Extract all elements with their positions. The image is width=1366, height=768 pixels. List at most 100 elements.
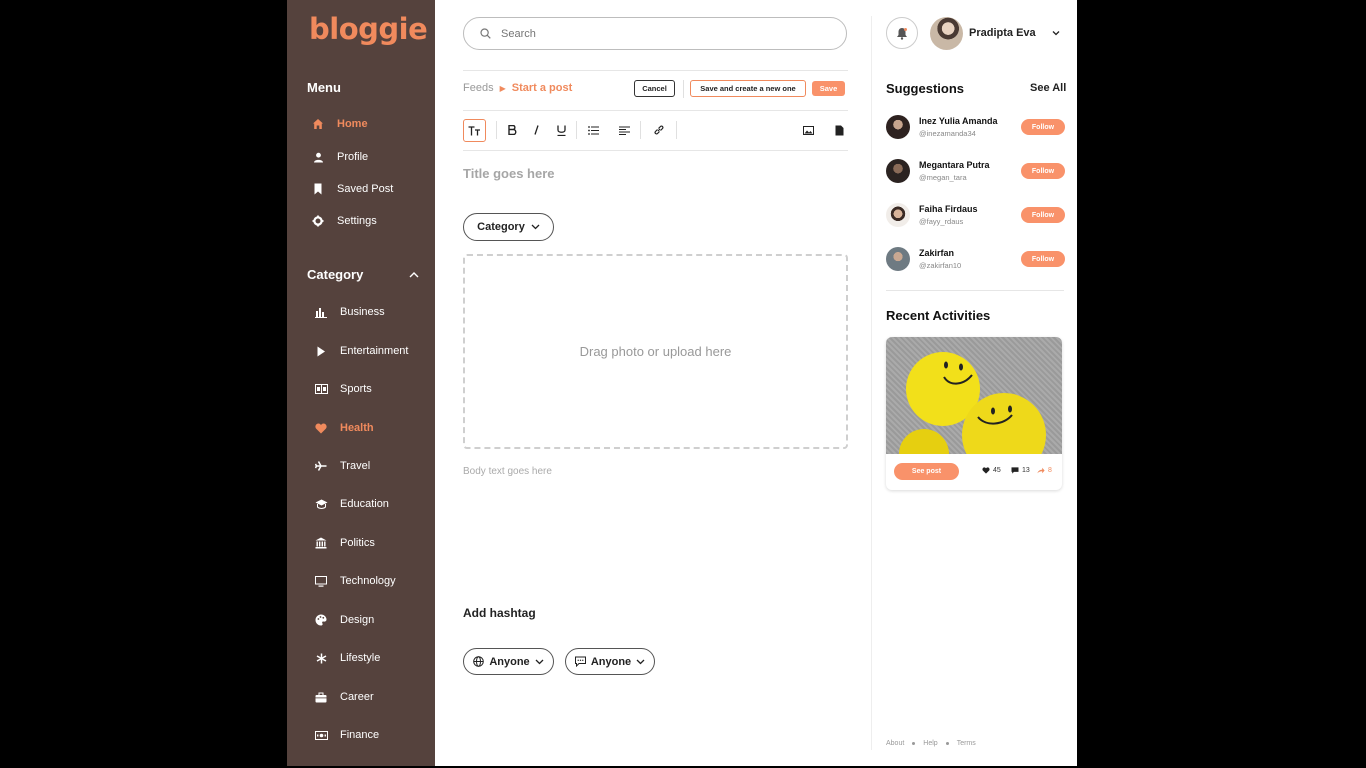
category-heading: Category <box>307 267 364 282</box>
follow-button[interactable]: Follow <box>1021 163 1065 179</box>
category-item-travel[interactable]: Travel <box>314 457 370 475</box>
save-button[interactable]: Save <box>812 81 845 96</box>
italic-button[interactable] <box>527 121 545 139</box>
separator-dot <box>912 742 916 745</box>
suggestion-item: Faiha Firdaus @fayy_rdaus Follow <box>886 203 1066 229</box>
shares-value: 8 <box>1048 467 1052 474</box>
category-item-label: Technology <box>340 575 396 587</box>
palette-icon <box>314 613 328 627</box>
suggestion-name[interactable]: Zakirfan <box>919 248 954 258</box>
category-item-technology[interactable]: Technology <box>314 572 396 590</box>
chevron-up-icon[interactable] <box>407 268 421 282</box>
suggestions-title: Suggestions <box>886 81 965 96</box>
see-all-link[interactable]: See All <box>1030 82 1066 94</box>
category-item-label: Career <box>340 691 374 703</box>
category-item-sports[interactable]: Sports <box>314 380 372 398</box>
sidebar-item-profile[interactable]: Profile <box>311 148 368 166</box>
help-link[interactable]: Help <box>923 740 937 747</box>
globe-icon <box>473 656 485 667</box>
category-item-health[interactable]: Health <box>314 419 374 437</box>
sidebar-item-label: Settings <box>337 215 377 227</box>
post-title-input[interactable]: Title goes here <box>463 166 555 181</box>
terms-link[interactable]: Terms <box>957 740 976 747</box>
suggestion-name[interactable]: Inez Yulia Amanda <box>919 116 998 126</box>
follow-button[interactable]: Follow <box>1021 119 1065 135</box>
building-icon <box>314 536 328 550</box>
see-post-button[interactable]: See post <box>894 463 959 480</box>
category-item-politics[interactable]: Politics <box>314 534 375 552</box>
heart-icon <box>314 421 328 435</box>
shares-count[interactable]: 8 <box>1037 467 1052 474</box>
comment-icon <box>1011 467 1019 474</box>
link-button[interactable] <box>650 121 668 139</box>
visibility-dropdown[interactable]: Anyone <box>463 648 554 675</box>
graduation-cap-icon <box>314 497 328 511</box>
post-body-input[interactable]: Body text goes here <box>463 466 552 477</box>
insert-image-button[interactable] <box>799 121 817 139</box>
text-size-icon <box>468 125 480 135</box>
save-and-new-button[interactable]: Save and create a new one <box>690 80 806 97</box>
category-item-career[interactable]: Career <box>314 688 374 706</box>
suggestion-item: Inez Yulia Amanda @inezamanda34 Follow <box>886 115 1066 141</box>
category-item-label: Education <box>340 498 389 510</box>
category-item-education[interactable]: Education <box>314 495 389 513</box>
category-item-label: Politics <box>340 537 375 549</box>
search-bar[interactable] <box>463 17 847 50</box>
avatar[interactable] <box>930 17 963 50</box>
search-icon <box>480 28 491 39</box>
likes-count[interactable]: 45 <box>982 467 1001 474</box>
chevron-down-icon[interactable] <box>1051 28 1061 38</box>
bold-button[interactable] <box>503 121 521 139</box>
bullet-list-button[interactable] <box>584 121 602 139</box>
cancel-button[interactable]: Cancel <box>634 80 675 97</box>
brand-logo[interactable]: bloggie <box>309 12 428 46</box>
insert-file-button[interactable] <box>830 121 848 139</box>
user-name[interactable]: Pradipta Eva <box>969 27 1036 39</box>
suggestion-name[interactable]: Faiha Firdaus <box>919 204 978 214</box>
app-window: bloggie Menu Home Profile Saved Post Set… <box>287 0 1077 766</box>
search-input[interactable] <box>501 27 821 40</box>
divider <box>463 110 848 111</box>
category-item-design[interactable]: Design <box>314 611 374 629</box>
sidebar-item-label: Saved Post <box>337 183 394 195</box>
comments-count[interactable]: 13 <box>1011 467 1030 474</box>
gear-icon <box>311 214 325 228</box>
link-icon <box>654 125 664 135</box>
sidebar-item-saved-post[interactable]: Saved Post <box>311 180 393 198</box>
align-button[interactable] <box>615 121 633 139</box>
category-item-entertainment[interactable]: Entertainment <box>314 342 408 360</box>
photo-upload-area[interactable]: Drag photo or upload here <box>463 254 848 449</box>
activity-card[interactable]: See post 45 13 8 <box>886 337 1062 490</box>
category-dropdown[interactable]: Category <box>463 213 554 241</box>
divider <box>871 16 872 750</box>
bold-icon <box>507 125 516 135</box>
about-link[interactable]: About <box>886 740 904 747</box>
sidebar-item-home[interactable]: Home <box>311 115 368 133</box>
avatar[interactable] <box>886 203 910 227</box>
avatar[interactable] <box>886 247 910 271</box>
follow-button[interactable]: Follow <box>1021 251 1065 267</box>
bullet-list-icon <box>587 125 599 135</box>
category-item-business[interactable]: Business <box>314 303 385 321</box>
underline-button[interactable] <box>552 121 570 139</box>
follow-button[interactable]: Follow <box>1021 207 1065 223</box>
avatar[interactable] <box>886 115 910 139</box>
avatar[interactable] <box>886 159 910 183</box>
category-item-finance[interactable]: Finance <box>314 726 379 744</box>
footer-links: About Help Terms <box>886 740 976 747</box>
chevron-down-icon <box>636 659 645 664</box>
file-icon <box>835 125 843 135</box>
text-size-button[interactable] <box>463 119 486 142</box>
breadcrumb-feeds[interactable]: Feeds <box>463 82 494 94</box>
comments-dropdown[interactable]: Anyone <box>565 648 655 675</box>
activity-image[interactable] <box>886 337 1062 479</box>
likes-value: 45 <box>993 467 1001 474</box>
separator-dot <box>945 742 949 745</box>
category-item-lifestyle[interactable]: Lifestyle <box>314 649 380 667</box>
divider <box>463 150 848 151</box>
sidebar-item-settings[interactable]: Settings <box>311 212 377 230</box>
divider <box>463 70 848 71</box>
suggestion-name[interactable]: Megantara Putra <box>919 160 990 170</box>
notifications-button[interactable] <box>886 17 918 49</box>
add-hashtag-label[interactable]: Add hashtag <box>463 606 536 620</box>
